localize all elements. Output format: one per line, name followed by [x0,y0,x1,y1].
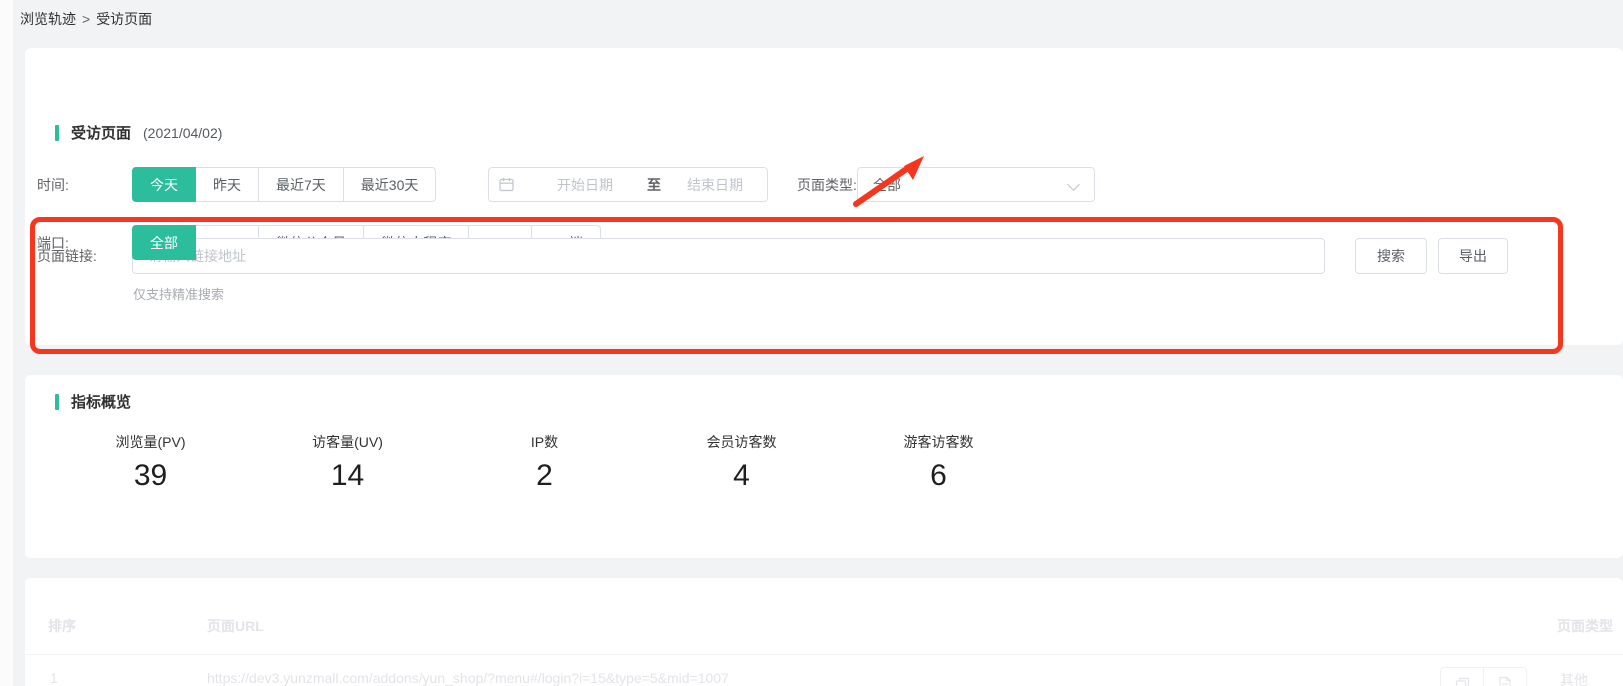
metric-uv: 访客量(UV) 14 [249,432,446,493]
metric-label: 浏览量(PV) [116,432,186,452]
column-header-page-type: 页面类型 [1557,616,1613,636]
export-button[interactable]: 导出 [1438,238,1508,274]
page: 浏览轨迹 > 受访页面 受访页面 (2021/04/02) 时间: 今天 昨天 … [0,0,1623,686]
row-action-buttons [1440,667,1527,686]
left-gutter [0,0,13,686]
port-option-all[interactable]: 全部 [132,225,196,260]
search-button[interactable]: 搜索 [1355,238,1427,274]
document-icon[interactable] [1483,667,1527,686]
title-date: (2021/04/02) [143,125,222,141]
page-type-selected-value: 全部 [873,175,901,195]
time-option-last7days[interactable]: 最近7天 [258,167,344,202]
metric-value: 6 [930,459,947,493]
metric-value: 2 [536,459,553,493]
metric-guest-visitors: 游客访客数 6 [840,432,1037,493]
metric-label: 访客量(UV) [312,432,383,452]
page-table-card: 排序 页面URL 页面类型 1 https://dev3.yunzmall.co… [25,578,1623,686]
page-link-row: 页面链接: 搜索 导出 仅支持精准搜索 [25,238,1623,308]
cell-url: https://dev3.yunzmall.com/addons/yun_sho… [207,670,729,686]
metric-label: IP数 [531,432,558,452]
metric-label: 会员访客数 [707,432,777,452]
time-button-group: 今天 昨天 最近7天 最近30天 [132,167,436,202]
start-date-placeholder[interactable]: 开始日期 [557,175,613,195]
copy-icon[interactable] [1440,667,1484,686]
page-link-label: 页面链接: [37,238,129,274]
date-range-picker[interactable]: 开始日期 至 结束日期 [488,167,768,202]
section-accent-bar [55,125,59,141]
metric-value: 4 [733,459,750,493]
breadcrumb-item-browse-track[interactable]: 浏览轨迹 [20,9,76,29]
metrics-title: 指标概览 [71,391,131,412]
cell-rank: 1 [50,670,58,686]
section-accent-bar [55,394,59,410]
table-header-divider [25,654,1623,655]
metric-pv: 浏览量(PV) 39 [52,432,249,493]
page-link-input[interactable] [132,238,1325,274]
breadcrumb: 浏览轨迹 > 受访页面 [20,9,152,29]
metrics-card-title: 指标概览 [55,391,131,412]
cell-page-type: 其他 [1560,670,1588,686]
page-type-select[interactable]: 全部 [857,167,1095,202]
metric-value: 14 [331,459,364,493]
end-date-placeholder[interactable]: 结束日期 [687,175,743,195]
time-option-today[interactable]: 今天 [132,167,196,202]
column-header-rank: 排序 [48,616,76,636]
breadcrumb-item-visited-pages: 受访页面 [96,9,152,29]
filter-card-title: 受访页面 (2021/04/02) [55,122,222,143]
page-title: 受访页面 [71,122,131,143]
page-type-label: 页面类型: [797,167,857,203]
metric-member-visitors: 会员访客数 4 [643,432,840,493]
metrics-row: 浏览量(PV) 39 访客量(UV) 14 IP数 2 会员访客数 4 游客访客… [52,432,1037,493]
metric-value: 39 [134,459,167,493]
calendar-icon [499,177,514,192]
metrics-card: 指标概览 浏览量(PV) 39 访客量(UV) 14 IP数 2 会员访客数 4… [25,375,1623,558]
time-option-last30days[interactable]: 最近30天 [343,167,437,202]
column-header-url: 页面URL [207,616,264,636]
chevron-down-icon [1067,178,1080,191]
metric-label: 游客访客数 [904,432,974,452]
metric-ip: IP数 2 [446,432,643,493]
time-label: 时间: [37,167,129,203]
breadcrumb-separator: > [82,11,90,27]
filter-card: 受访页面 (2021/04/02) 时间: 今天 昨天 最近7天 最近30天 [25,48,1623,345]
search-hint: 仅支持精准搜索 [133,284,224,303]
time-filter-row: 时间: 今天 昨天 最近7天 最近30天 开始日期 至 结束日 [25,167,1623,203]
date-range-separator: 至 [647,175,661,195]
time-option-yesterday[interactable]: 昨天 [195,167,259,202]
